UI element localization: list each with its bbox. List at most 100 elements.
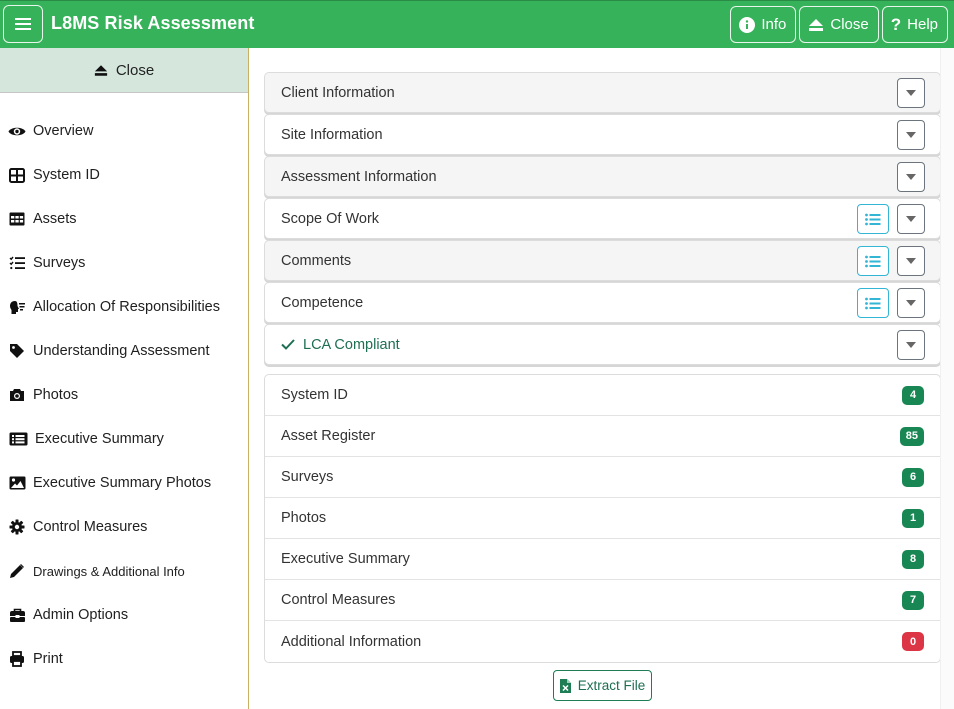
print-icon — [8, 650, 26, 668]
sidebar-item-label: System ID — [33, 167, 100, 183]
sidebar-item-allocation-of-responsibilities[interactable]: Allocation Of Responsibilities — [0, 285, 248, 329]
sidebar-item-surveys[interactable]: Surveys — [0, 241, 248, 285]
caret-down-icon — [906, 90, 916, 96]
close-button[interactable]: Close — [799, 6, 879, 43]
info-button[interactable]: Info — [730, 6, 797, 43]
section-comments[interactable]: Comments — [264, 240, 941, 281]
sidebar-close-button[interactable]: Close — [0, 48, 248, 93]
list-icon — [865, 255, 881, 267]
sidebar-item-label: Executive Summary Photos — [33, 475, 212, 491]
help-button[interactable]: ? Help — [881, 6, 948, 43]
list-item[interactable]: System ID 4 — [265, 375, 940, 416]
list-icon — [865, 297, 881, 309]
expand-button[interactable] — [897, 330, 925, 360]
help-button-label: Help — [907, 16, 938, 33]
sidebar-item-admin-options[interactable]: Admin Options — [0, 593, 248, 637]
list-item[interactable]: Additional Information 0 — [265, 621, 940, 662]
question-icon: ? — [890, 14, 902, 34]
info-circle-icon — [739, 16, 756, 33]
sidebar-item-label: Allocation Of Responsibilities — [33, 299, 220, 315]
section-label: Site Information — [281, 126, 383, 143]
sidebar-item-print[interactable]: Print — [0, 637, 248, 681]
eject-icon — [809, 18, 824, 31]
list-button[interactable] — [857, 288, 889, 318]
expand-button[interactable] — [897, 246, 925, 276]
expand-button[interactable] — [897, 162, 925, 192]
header-actions: Info Close ? Help — [730, 6, 948, 43]
list-alt-icon — [8, 430, 28, 448]
summary-label: Asset Register — [281, 428, 376, 444]
caret-down-icon — [906, 300, 916, 306]
sidebar-item-executive-summary-photos[interactable]: Executive Summary Photos — [0, 461, 248, 505]
expand-button[interactable] — [897, 288, 925, 318]
info-button-label: Info — [761, 16, 787, 33]
expand-button[interactable] — [897, 204, 925, 234]
sidebar-item-label: Print — [33, 651, 63, 667]
eye-icon — [8, 122, 26, 140]
section-label: LCA Compliant — [303, 336, 400, 353]
count-badge: 6 — [902, 467, 924, 487]
summary-label: Surveys — [281, 469, 334, 485]
list-button[interactable] — [857, 246, 889, 276]
section-label: Comments — [281, 252, 352, 269]
extract-file-button[interactable]: Extract File — [553, 670, 652, 701]
sidebar-item-label: Overview — [33, 123, 94, 139]
summary-label: Executive Summary — [281, 551, 410, 567]
eject-icon — [94, 64, 107, 76]
section-label: Competence — [281, 294, 364, 311]
scrollbar[interactable] — [940, 48, 954, 709]
sidebar-item-system-id[interactable]: System ID — [0, 153, 248, 197]
pencil-icon — [8, 562, 26, 580]
excel-file-icon — [559, 678, 571, 693]
tag-icon — [8, 342, 26, 360]
count-badge: 0 — [902, 632, 924, 651]
section-scope-of-work[interactable]: Scope Of Work — [264, 198, 941, 239]
sidebar-item-control-measures[interactable]: Control Measures — [0, 505, 248, 549]
section-competence[interactable]: Competence — [264, 282, 941, 323]
list-item[interactable]: Asset Register 85 — [265, 416, 940, 457]
list-item[interactable]: Surveys 6 — [265, 457, 940, 498]
sidebar-item-label: Understanding Assessment — [33, 343, 210, 359]
head-list-icon — [8, 298, 26, 316]
section-lca-compliant[interactable]: LCA Compliant — [264, 324, 941, 365]
section-label: Client Information — [281, 84, 395, 101]
sidebar-item-label: Assets — [33, 211, 77, 227]
expand-button[interactable] — [897, 78, 925, 108]
camera-icon — [8, 386, 26, 404]
sidebar-item-photos[interactable]: Photos — [0, 373, 248, 417]
sidebar-item-understanding-assessment[interactable]: Understanding Assessment — [0, 329, 248, 373]
sidebar-item-executive-summary[interactable]: Executive Summary — [0, 417, 248, 461]
hamburger-icon — [15, 18, 31, 30]
list-item[interactable]: Photos 1 — [265, 498, 940, 539]
summary-label: Photos — [281, 510, 327, 526]
list-icon — [865, 213, 881, 225]
section-label: Scope Of Work — [281, 210, 380, 227]
close-button-label: Close — [830, 16, 869, 33]
caret-down-icon — [906, 216, 916, 222]
sidebar-item-overview[interactable]: Overview — [0, 109, 248, 153]
toolbox-icon — [8, 606, 26, 624]
expand-button[interactable] — [897, 120, 925, 150]
extract-file-label: Extract File — [577, 678, 646, 693]
sidebar-item-label: Surveys — [33, 255, 86, 271]
section-label-wrap: LCA Compliant — [281, 337, 940, 353]
cog-icon — [8, 518, 26, 536]
count-badge: 4 — [902, 385, 924, 405]
count-badge: 8 — [902, 549, 924, 569]
section-client-information[interactable]: Client Information — [264, 72, 941, 113]
summary-label: Additional Information — [281, 633, 422, 650]
menu-button[interactable] — [3, 5, 43, 43]
sidebar-nav: Overview System ID Assets Surveys Alloca… — [0, 93, 248, 681]
caret-down-icon — [906, 174, 916, 180]
list-button[interactable] — [857, 204, 889, 234]
caret-down-icon — [906, 342, 916, 348]
checklist-icon — [8, 254, 26, 272]
section-assessment-information[interactable]: Assessment Information — [264, 156, 941, 197]
list-item[interactable]: Executive Summary 8 — [265, 539, 940, 580]
section-label: Assessment Information — [281, 168, 437, 185]
sidebar-item-drawings-additional-info[interactable]: Drawings & Additional Info — [0, 549, 248, 593]
list-item[interactable]: Control Measures 7 — [265, 580, 940, 621]
section-site-information[interactable]: Site Information — [264, 114, 941, 155]
sidebar-item-assets[interactable]: Assets — [0, 197, 248, 241]
main-content: Client Information Site Information Asse… — [250, 48, 941, 709]
